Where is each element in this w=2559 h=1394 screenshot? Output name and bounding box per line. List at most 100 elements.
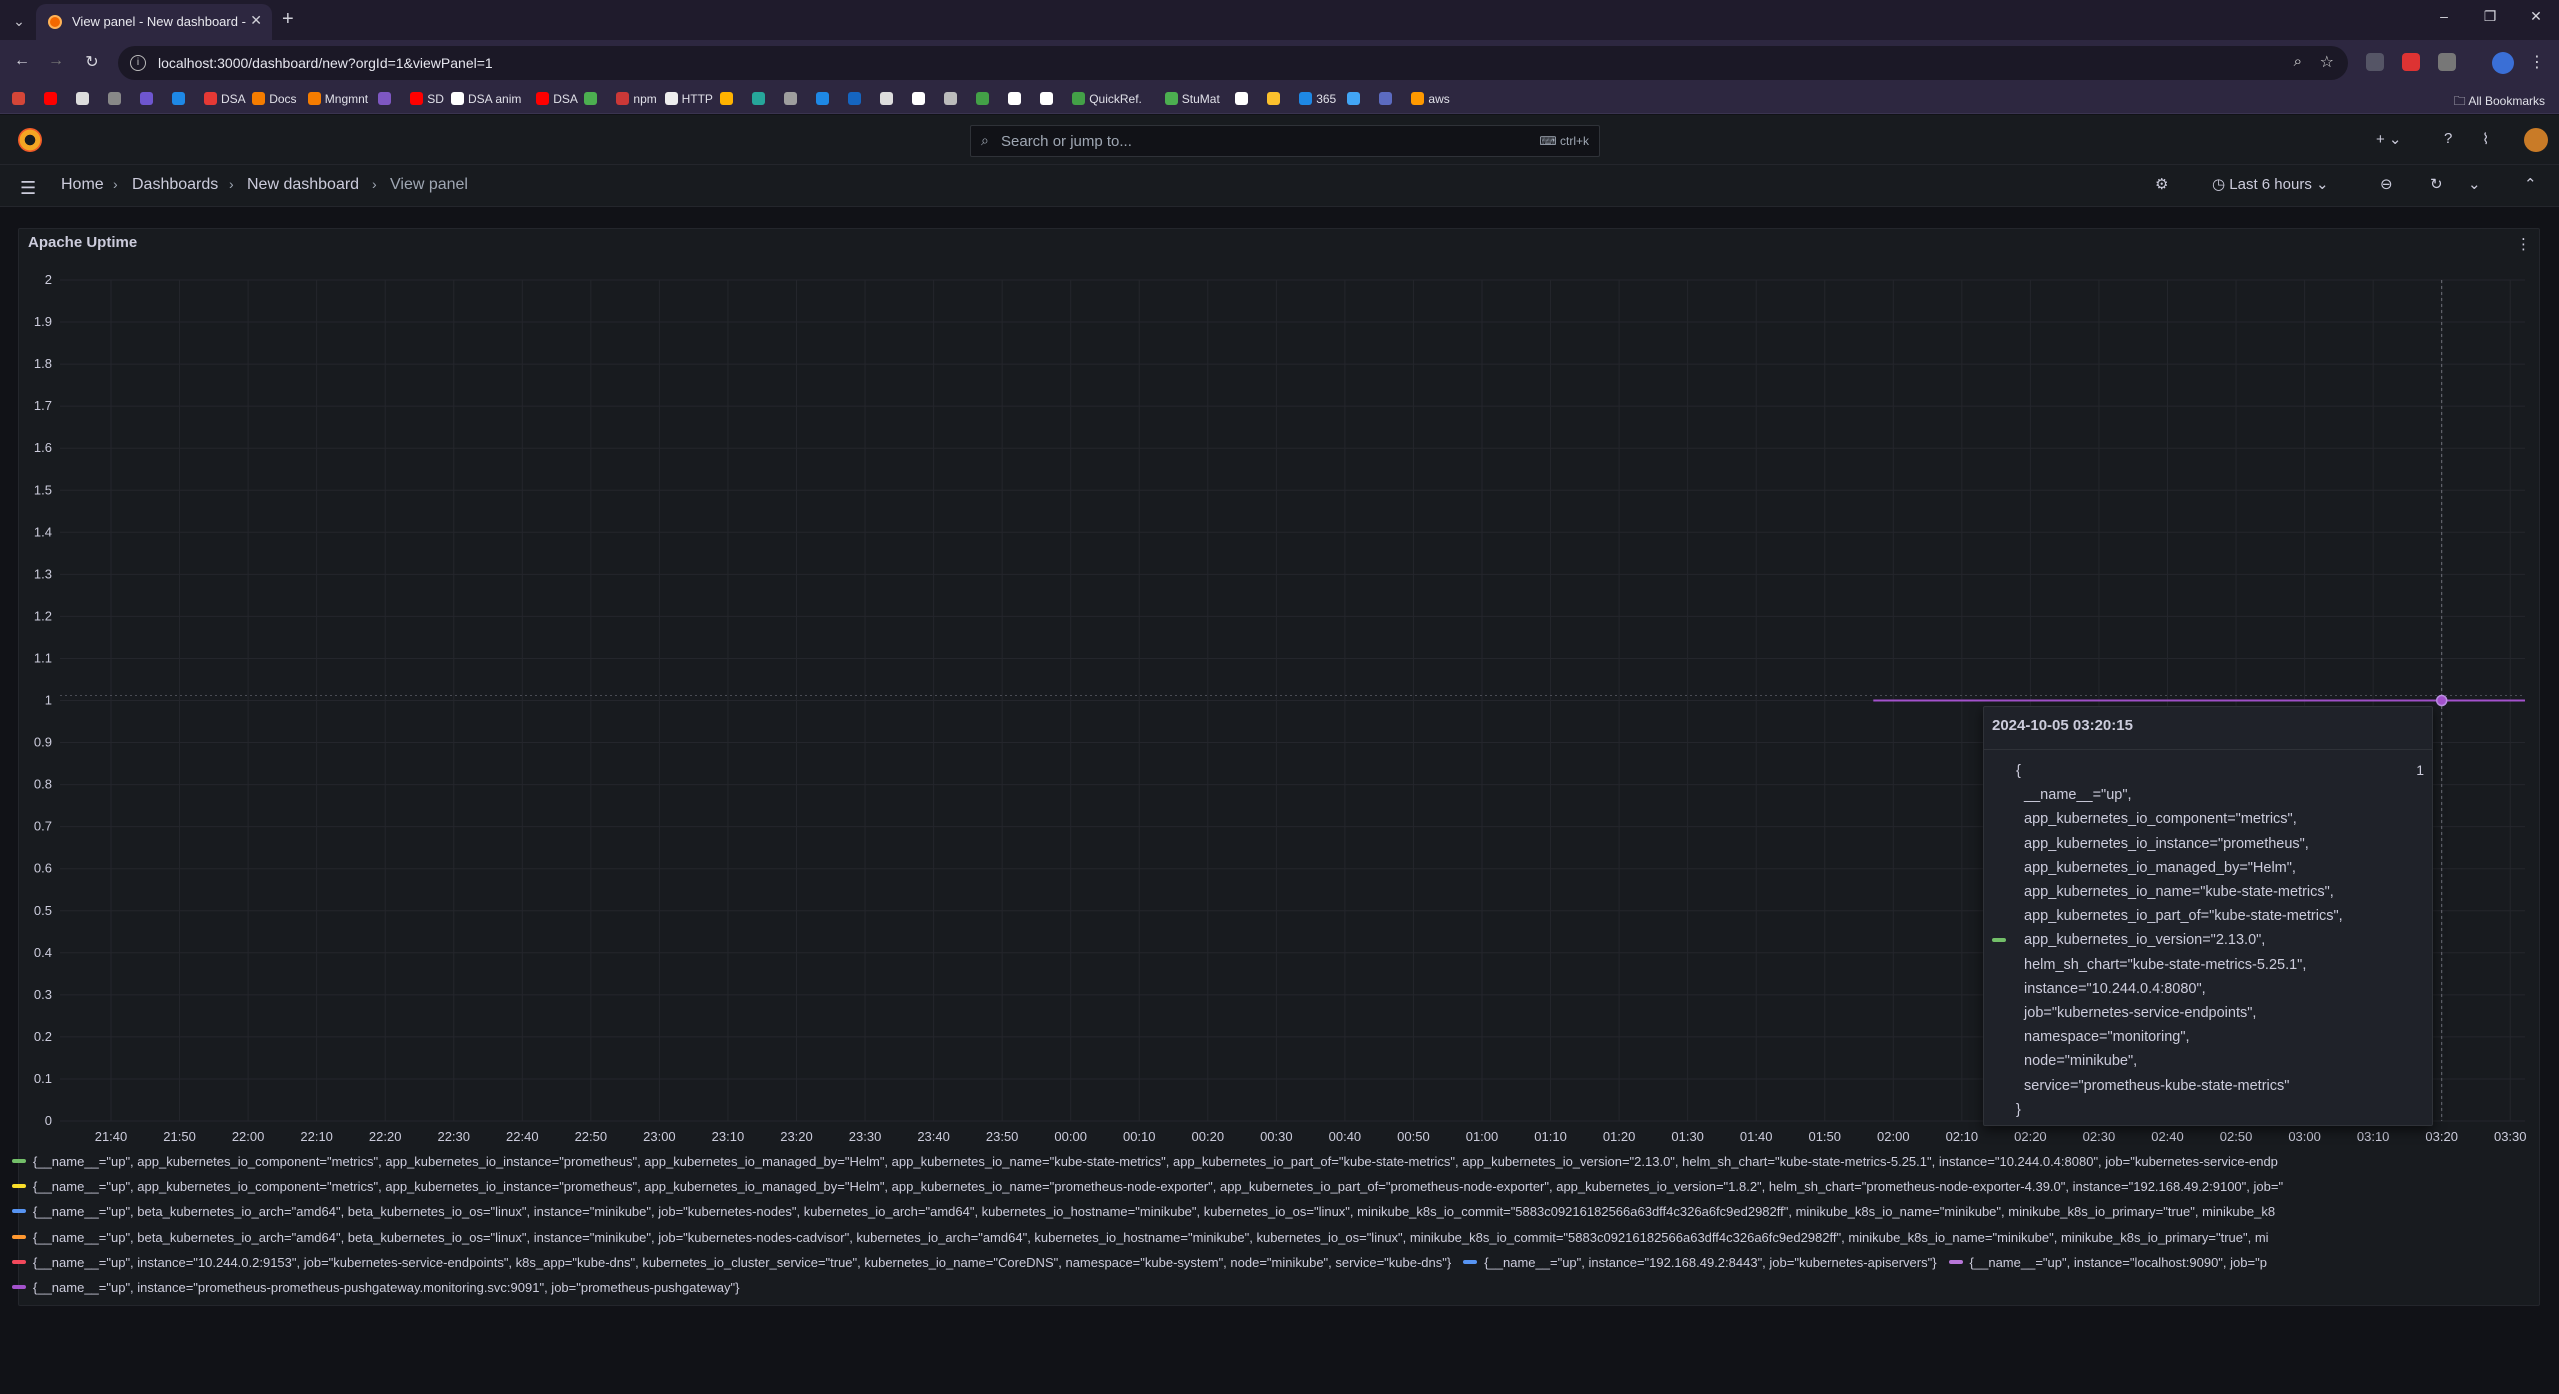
legend-item[interactable]: {__name__="up", app_kubernetes_io_compon… — [12, 1154, 2278, 1169]
x-tick-label: 21:50 — [163, 1129, 196, 1144]
hover-point[interactable] — [2435, 694, 2448, 707]
x-tick-label: 00:00 — [1054, 1129, 1087, 1144]
x-tick-label: 23:40 — [917, 1129, 950, 1144]
tooltip-label-line: helm_sh_chart="kube-state-metrics-5.25.1… — [2016, 956, 2307, 973]
legend-item[interactable]: {__name__="up", beta_kubernetes_io_arch=… — [12, 1230, 2269, 1245]
legend-item[interactable]: {__name__="up", beta_kubernetes_io_arch=… — [12, 1204, 2275, 1219]
y-tick-label: 0.7 — [34, 819, 52, 834]
legend-swatch — [12, 1159, 26, 1163]
legend-item[interactable]: {__name__="up", instance="prometheus-pro… — [12, 1280, 739, 1295]
x-tick-label: 01:10 — [1534, 1129, 1567, 1144]
x-tick-label: 22:30 — [437, 1129, 470, 1144]
tooltip-label-line: node="minikube", — [2016, 1053, 2138, 1070]
legend-swatch — [12, 1259, 26, 1264]
y-tick-label: 0.6 — [34, 861, 52, 876]
y-tick-label: 0.8 — [34, 777, 52, 792]
tooltip-timestamp: 2024-10-05 03:20:15 — [1992, 717, 2133, 734]
legend-item[interactable]: {__name__="up", instance="10.244.0.2:915… — [12, 1255, 1451, 1270]
legend-row: {__name__="up", instance="prometheus-pro… — [12, 1280, 2532, 1300]
x-tick-label: 23:30 — [849, 1129, 882, 1144]
x-tick-label: 03:30 — [2494, 1129, 2527, 1144]
y-tick-label: 1.4 — [34, 524, 52, 539]
legend-label: {__name__="up", instance="10.244.0.2:915… — [33, 1254, 1452, 1270]
x-tick-label: 03:20 — [2425, 1129, 2458, 1144]
legend-swatch — [1948, 1259, 1963, 1264]
tooltip-value: 1 — [2416, 762, 2424, 778]
legend-row: {__name__="up", instance="10.244.0.2:915… — [12, 1255, 2532, 1275]
x-tick-label: 00:30 — [1260, 1129, 1293, 1144]
tooltip-label-line: app_kubernetes_io_name="kube-state-metri… — [2016, 884, 2334, 901]
x-tick-label: 03:10 — [2357, 1129, 2390, 1144]
x-tick-label: 01:50 — [1808, 1129, 1841, 1144]
legend-row: {__name__="up", app_kubernetes_io_compon… — [12, 1154, 2532, 1174]
tooltip-label-line: namespace="monitoring", — [2016, 1029, 2190, 1046]
legend-row: {__name__="up", app_kubernetes_io_compon… — [12, 1179, 2532, 1199]
y-tick-label: 0.9 — [34, 735, 52, 750]
y-tick-label: 1.5 — [34, 482, 52, 497]
legend-item[interactable]: {__name__="up", app_kubernetes_io_compon… — [12, 1179, 2283, 1194]
y-tick-label: 1.3 — [34, 566, 52, 581]
tooltip-label-line: instance="10.244.0.4:8080", — [2016, 980, 2206, 997]
tooltip-label-line: __name__="up", — [2016, 787, 2132, 804]
x-tick-label: 22:00 — [232, 1129, 265, 1144]
y-tick-label: 1.6 — [34, 440, 52, 455]
legend-swatch — [12, 1234, 26, 1239]
legend-item[interactable]: {__name__="up", instance="localhost:9090… — [1948, 1254, 2267, 1270]
x-tick-label: 02:00 — [1877, 1129, 1910, 1144]
x-tick-label: 22:10 — [300, 1129, 333, 1144]
x-tick-label: 01:40 — [1740, 1129, 1773, 1144]
hover-tooltip: 2024-10-05 03:20:15 1 { __name__="up", a… — [1983, 706, 2433, 1126]
y-tick-label: 1.7 — [34, 398, 52, 413]
x-tick-label: 00:10 — [1123, 1129, 1156, 1144]
legend-item[interactable]: {__name__="up", instance="192.168.49.2:8… — [1463, 1255, 1937, 1270]
x-tick-label: 00:50 — [1397, 1129, 1430, 1144]
legend-swatch — [12, 1285, 26, 1289]
x-tick-label: 23:50 — [986, 1129, 1019, 1144]
tooltip-label-line: app_kubernetes_io_component="metrics", — [2016, 811, 2297, 828]
x-tick-label: 03:00 — [2288, 1129, 2321, 1144]
legend-swatch — [1463, 1259, 1478, 1264]
legend-label: {__name__="up", beta_kubernetes_io_arch=… — [33, 1204, 2276, 1220]
x-tick-label: 01:00 — [1466, 1129, 1499, 1144]
x-tick-label: 22:50 — [575, 1129, 608, 1144]
x-tick-label: 01:30 — [1671, 1129, 1704, 1144]
y-tick-label: 0.4 — [34, 945, 52, 960]
tooltip-label-line: job="kubernetes-service-endpoints", — [2016, 1005, 2257, 1022]
y-tick-label: 1.1 — [34, 650, 52, 665]
x-tick-label: 02:30 — [2083, 1129, 2116, 1144]
legend-label: {__name__="up", instance="localhost:9090… — [1969, 1254, 2267, 1270]
legend-swatch — [12, 1209, 26, 1214]
tooltip-label-line: service="prometheus-kube-state-metrics" — [2016, 1077, 2290, 1094]
tooltip-label-line: app_kubernetes_io_version="2.13.0", — [2016, 932, 2266, 949]
legend-row: {__name__="up", beta_kubernetes_io_arch=… — [12, 1204, 2532, 1224]
x-tick-label: 02:10 — [1946, 1129, 1979, 1144]
tooltip-divider — [1984, 749, 2432, 750]
tooltip-label-line: app_kubernetes_io_part_of="kube-state-me… — [2016, 908, 2343, 925]
x-tick-label: 23:10 — [712, 1129, 745, 1144]
y-tick-label: 2 — [45, 272, 52, 287]
tooltip-series-labels: { __name__="up", app_kubernetes_io_compo… — [2016, 759, 2343, 1122]
tooltip-label-line: app_kubernetes_io_managed_by="Helm", — [2016, 859, 2296, 876]
legend-swatch — [12, 1184, 26, 1189]
x-tick-label: 02:40 — [2151, 1129, 2184, 1144]
x-tick-label: 21:40 — [95, 1129, 128, 1144]
y-tick-label: 1.8 — [34, 356, 52, 371]
tooltip-label-line: } — [2016, 1101, 2021, 1118]
legend-label: {__name__="up", app_kubernetes_io_compon… — [33, 1179, 2284, 1195]
x-tick-label: 23:00 — [643, 1129, 676, 1144]
y-tick-label: 1.9 — [34, 314, 52, 329]
x-tick-label: 22:20 — [369, 1129, 402, 1144]
x-tick-label: 23:20 — [780, 1129, 813, 1144]
tooltip-series-swatch — [1992, 938, 2006, 942]
y-tick-label: 1 — [45, 693, 52, 708]
legend-label: {__name__="up", instance="prometheus-pro… — [33, 1280, 740, 1295]
legend-row: {__name__="up", beta_kubernetes_io_arch=… — [12, 1230, 2532, 1250]
legend-label: {__name__="up", app_kubernetes_io_compon… — [33, 1154, 2278, 1169]
legend-label: {__name__="up", beta_kubernetes_io_arch=… — [33, 1229, 2269, 1245]
y-tick-label: 0.3 — [34, 987, 52, 1002]
x-tick-label: 00:40 — [1329, 1129, 1362, 1144]
y-tick-label: 0.1 — [34, 1071, 52, 1086]
y-tick-label: 0.5 — [34, 903, 52, 918]
tooltip-label-line: { — [2016, 763, 2021, 779]
x-tick-label: 00:20 — [1192, 1129, 1225, 1144]
